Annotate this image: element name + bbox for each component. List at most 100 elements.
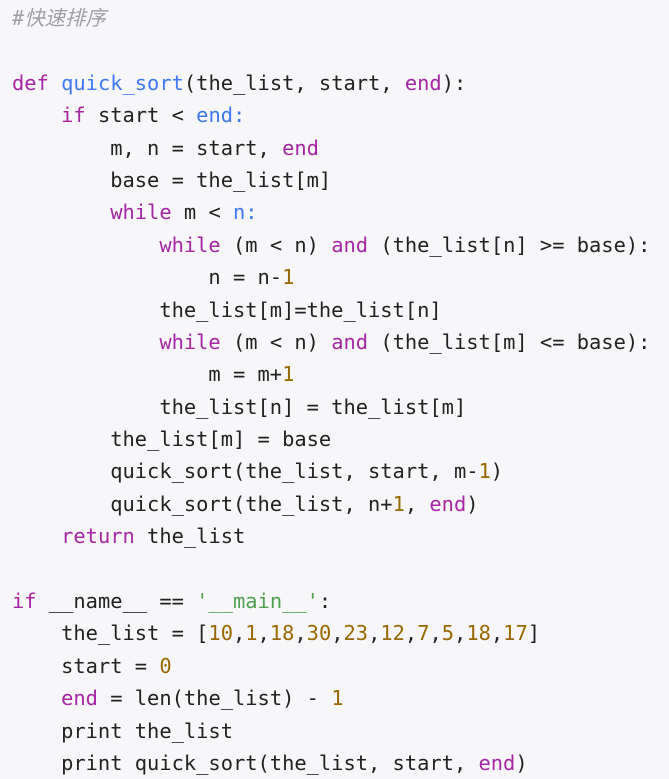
code-text: (the_list[n] >= base): [368,232,651,257]
code-line: end = len(the_list) - 1 [12,682,650,714]
code-text: (the_list[m] <= base): [368,329,651,354]
code-text: m, n = start, [12,135,283,160]
code-text: quick_sort(the_list, n+ [12,491,393,516]
number-token: 12 [380,621,405,646]
code-text: ) [490,459,504,484]
keyword-token: and [331,329,369,354]
code-text: ) [515,750,528,775]
code-line: while m < n: [12,196,650,228]
code-text: n = n- [12,265,283,290]
number-token: 1 [282,362,295,387]
code-text: ): [441,70,467,95]
string-token: '__main__' [196,589,319,614]
code-text: , [404,491,430,516]
code-text: ] [527,621,541,646]
number-token: 30 [306,621,332,646]
keyword-token: if [61,103,86,128]
code-line: quick_sort(the_list, start, m-1) [12,455,650,487]
code-line: while (m < n) and (the_list[m] <= base): [12,326,650,358]
code-text: start = [12,653,160,678]
code-line: n = n-1 [12,261,650,293]
code-text: , [257,621,270,646]
code-text: the_list = [ [12,621,209,646]
code-text: = len(the_list) - [97,686,332,711]
code-text: , [294,621,307,646]
code-line: the_list[m] = base [12,423,650,455]
code-text: start < [85,103,197,128]
number-token: 10 [208,621,233,646]
code-line: quick_sort(the_list, n+1, end) [12,488,650,520]
code-text: (m < n) [220,232,332,257]
code-line: return the_list [12,520,650,552]
function-token: n: [233,200,258,225]
code-line: #快速排序 [12,2,650,34]
keyword-token: end [61,686,98,711]
code-text: print quick_sort(the_list, start, [12,750,479,775]
number-token: 23 [343,621,369,646]
code-line: def quick_sort(the_list, start, end): [12,67,650,99]
code-text: m = m+ [12,362,283,387]
keyword-token: while [110,200,172,225]
number-token: 1 [392,491,405,516]
keyword-token: while [159,232,221,257]
code-text: m < [171,200,233,225]
code-text: __name__ == [36,589,197,614]
number-token: 18 [269,621,295,646]
number-token: 0 [159,653,172,678]
keyword-token: return [61,524,135,549]
code-line: while (m < n) and (the_list[n] >= base): [12,229,650,261]
code-text: : [318,589,332,614]
code-text: ) [466,491,479,516]
code-line: the_list[m]=the_list[n] [12,294,650,326]
code-text: quick_sort(the_list, start, m- [12,459,479,484]
code-text: , [404,621,418,646]
keyword-token: end [478,750,516,775]
code-line: if start < end: [12,99,650,131]
code-text: , [490,621,504,646]
code-text: , [429,621,442,646]
code-line: print the_list [12,715,650,747]
keyword-token: def [12,70,49,95]
code-text: , [232,621,246,646]
code-text: , [331,621,344,646]
code-text: print the_list [12,718,233,743]
function-token: quick_sort [61,70,184,95]
code-line: m = m+1 [12,358,650,390]
number-token: 1 [331,686,344,711]
code-line: the_list = [10,1,18,30,23,12,7,5,18,17] [12,617,650,649]
number-token: 5 [441,621,455,646]
number-token: 17 [503,621,528,646]
keyword-token: end [282,135,319,160]
code-line: the_list[n] = the_list[m] [12,391,650,423]
number-token: 7 [417,621,430,646]
keyword-token: end [404,70,442,95]
number-token: 1 [478,459,491,484]
comment-token: #快速排序 [12,6,106,30]
keyword-token: end [429,491,467,516]
number-token: 1 [282,265,295,290]
code-line: m, n = start, end [12,132,650,164]
code-line: start = 0 [12,650,650,682]
code-text: base = the_list[m] [12,167,332,192]
code-text: the_list[m]=the_list[n] [12,297,442,322]
code-line: print quick_sort(the_list, start, end) [12,747,650,779]
number-token: 1 [245,621,258,646]
keyword-token: and [331,232,369,257]
code-block: #快速排序 def quick_sort(the_list, start, end… [12,2,650,779]
keyword-token: if [12,589,37,614]
code-text: (the_list, start, [183,70,405,95]
keyword-token: while [159,329,221,354]
function-token: end: [196,103,246,128]
code-text: , [454,621,467,646]
code-text: the_list[m] = base [12,427,332,452]
code-line: base = the_list[m] [12,164,650,196]
code-line: if __name__ == '__main__': [12,585,650,617]
